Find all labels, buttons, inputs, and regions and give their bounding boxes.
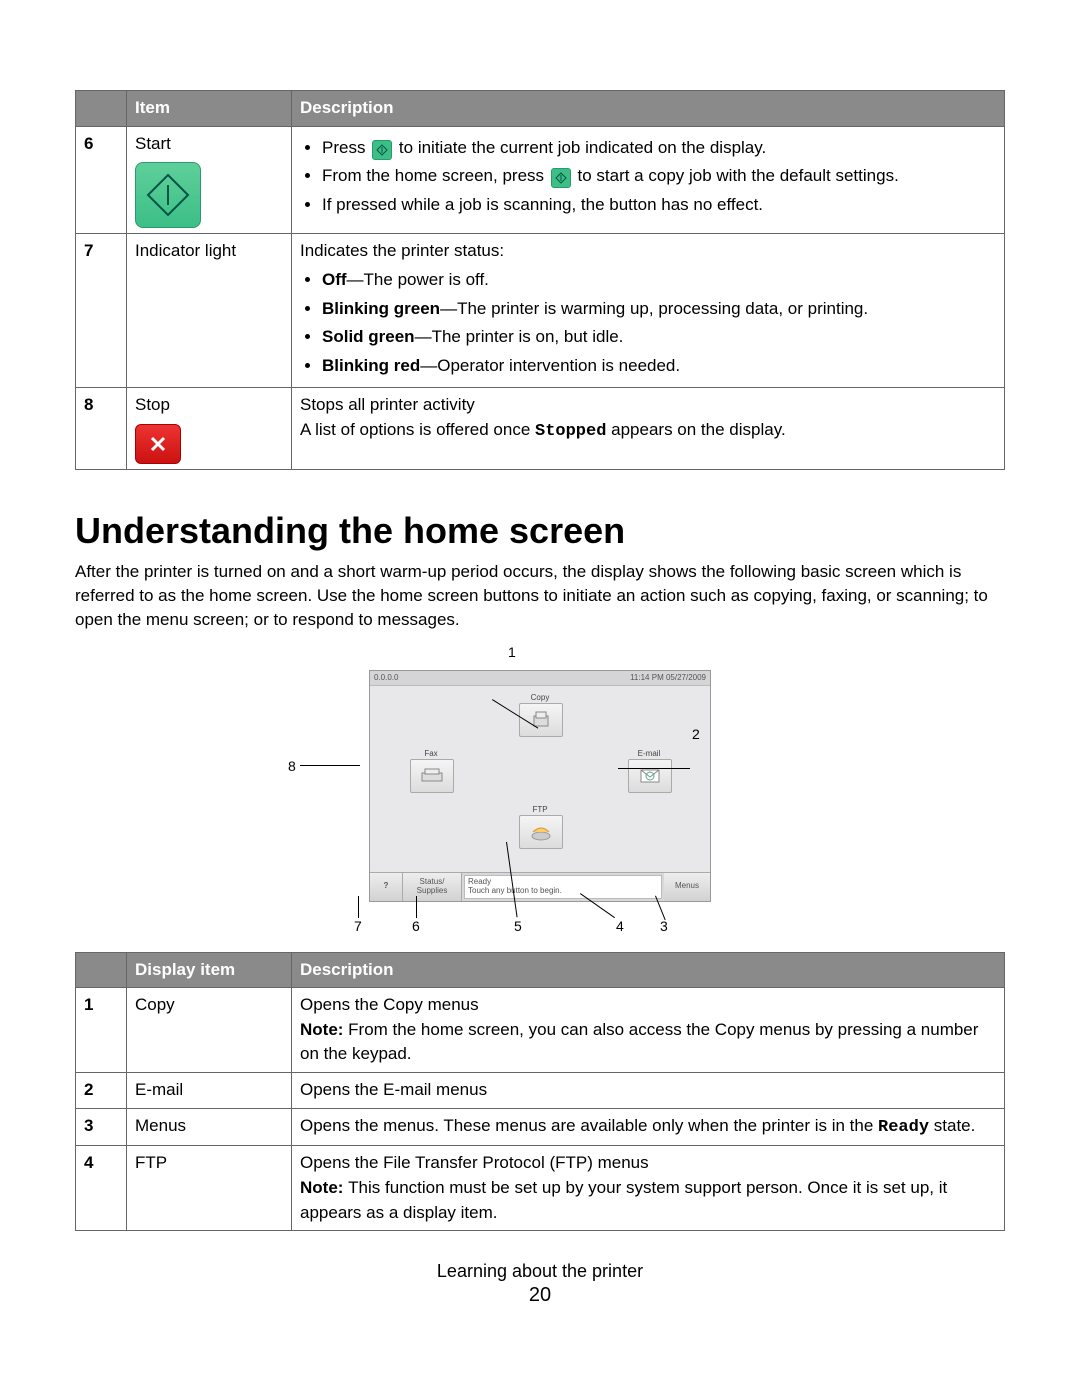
row-desc: Opens the E-mail menus: [292, 1073, 1005, 1109]
bullet: Solid green—The printer is on, but idle.: [322, 325, 996, 350]
ip-address: 0.0.0.0: [374, 671, 398, 685]
col-num: [76, 91, 127, 127]
row-num: 8: [76, 388, 127, 470]
stop-button-icon: [135, 424, 181, 464]
callout-2: 2: [692, 726, 700, 742]
row-item: E-mail: [127, 1073, 292, 1109]
bullet: Blinking green—The printer is warming up…: [322, 297, 996, 322]
row-item: Start: [127, 126, 292, 234]
note: Note: This function must be set up by yo…: [300, 1176, 996, 1225]
col-display-item: Display item: [127, 952, 292, 988]
row-num: 4: [76, 1146, 127, 1231]
callout-1: 1: [508, 644, 516, 660]
col-item: Item: [127, 91, 292, 127]
display-items-table: Display item Description 1 Copy Opens th…: [75, 952, 1005, 1232]
control-panel-table: Item Description 6 Start: [75, 90, 1005, 470]
intro-text: Indicates the printer status:: [300, 241, 504, 260]
bullet: Blinking red—Operator intervention is ne…: [322, 354, 996, 379]
fax-button[interactable]: [410, 759, 454, 793]
page-number: 20: [75, 1284, 1005, 1307]
email-label: E-mail: [628, 749, 670, 758]
line: Opens the Copy menus: [300, 993, 996, 1018]
row-item: FTP: [127, 1146, 292, 1231]
col-num: [76, 952, 127, 988]
table-row: 7 Indicator light Indicates the printer …: [76, 234, 1005, 388]
status-message-bar: Ready Touch any button to begin.: [464, 875, 662, 899]
section-heading: Understanding the home screen: [75, 510, 1005, 552]
callout-6: 6: [412, 918, 420, 934]
row-desc: Press to initiate the current job indica…: [292, 126, 1005, 234]
callout-8: 8: [288, 758, 296, 774]
row-desc: Stops all printer activity A list of opt…: [292, 388, 1005, 470]
email-button[interactable]: [628, 759, 672, 793]
callout-7: 7: [354, 918, 362, 934]
row-num: 2: [76, 1073, 127, 1109]
table-row: 4 FTP Opens the File Transfer Protocol (…: [76, 1146, 1005, 1231]
start-button-icon: [135, 162, 201, 228]
bullet: Press to initiate the current job indica…: [322, 136, 996, 161]
home-screen-diagram: 0.0.0.0 11:14 PM 05/27/2009 Copy Fax E-m…: [260, 650, 820, 932]
start-inline-icon: [551, 168, 571, 188]
row-num: 7: [76, 234, 127, 388]
menus-button[interactable]: Menus: [664, 873, 710, 901]
line: A list of options is offered once Stoppe…: [300, 418, 996, 445]
row-desc: Opens the File Transfer Protocol (FTP) m…: [292, 1146, 1005, 1231]
table-row: 1 Copy Opens the Copy menus Note: From t…: [76, 988, 1005, 1073]
bullet: From the home screen, press to start a c…: [322, 164, 996, 189]
bullet: If pressed while a job is scanning, the …: [322, 193, 996, 218]
table-row: 6 Start Press: [76, 126, 1005, 234]
status-supplies-button[interactable]: Status/ Supplies: [403, 873, 462, 901]
fax-label: Fax: [410, 749, 452, 758]
ftp-button[interactable]: [519, 815, 563, 849]
row-desc: Indicates the printer status: Off—The po…: [292, 234, 1005, 388]
note: Note: From the home screen, you can also…: [300, 1018, 996, 1067]
screen-bottombar: ? Status/ Supplies Ready Touch any butto…: [370, 872, 710, 901]
ftp-label: FTP: [519, 805, 561, 814]
datetime: 11:14 PM 05/27/2009: [630, 671, 706, 685]
row-item: Stop: [127, 388, 292, 470]
callout-4: 4: [616, 918, 624, 934]
line: Opens the File Transfer Protocol (FTP) m…: [300, 1151, 996, 1176]
row-item: Copy: [127, 988, 292, 1073]
row-num: 3: [76, 1108, 127, 1146]
screen-topbar: 0.0.0.0 11:14 PM 05/27/2009: [370, 671, 710, 686]
copy-label: Copy: [519, 693, 561, 702]
row-item: Menus: [127, 1108, 292, 1146]
start-inline-icon: [372, 140, 392, 160]
screen: 0.0.0.0 11:14 PM 05/27/2009 Copy Fax E-m…: [369, 670, 711, 902]
bullet: Off—The power is off.: [322, 268, 996, 293]
row-item: Indicator light: [127, 234, 292, 388]
line: Stops all printer activity: [300, 393, 996, 418]
table-row: 3 Menus Opens the menus. These menus are…: [76, 1108, 1005, 1146]
col-desc: Description: [292, 91, 1005, 127]
row-num: 1: [76, 988, 127, 1073]
callout-5: 5: [514, 918, 522, 934]
row-desc: Opens the Copy menus Note: From the home…: [292, 988, 1005, 1073]
page-footer: Learning about the printer 20: [75, 1261, 1005, 1307]
table-row: 8 Stop Stops all printer activity A list…: [76, 388, 1005, 470]
row-desc: Opens the menus. These menus are availab…: [292, 1108, 1005, 1146]
intro-paragraph: After the printer is turned on and a sho…: [75, 560, 1005, 631]
item-label: Stop: [135, 395, 170, 414]
col-desc: Description: [292, 952, 1005, 988]
row-num: 6: [76, 126, 127, 234]
status-ready: Ready: [468, 877, 658, 887]
status-touch: Touch any button to begin.: [468, 886, 658, 896]
table-row: 2 E-mail Opens the E-mail menus: [76, 1073, 1005, 1109]
item-label: Start: [135, 134, 171, 153]
footer-section: Learning about the printer: [75, 1261, 1005, 1282]
help-button[interactable]: ?: [370, 873, 403, 901]
